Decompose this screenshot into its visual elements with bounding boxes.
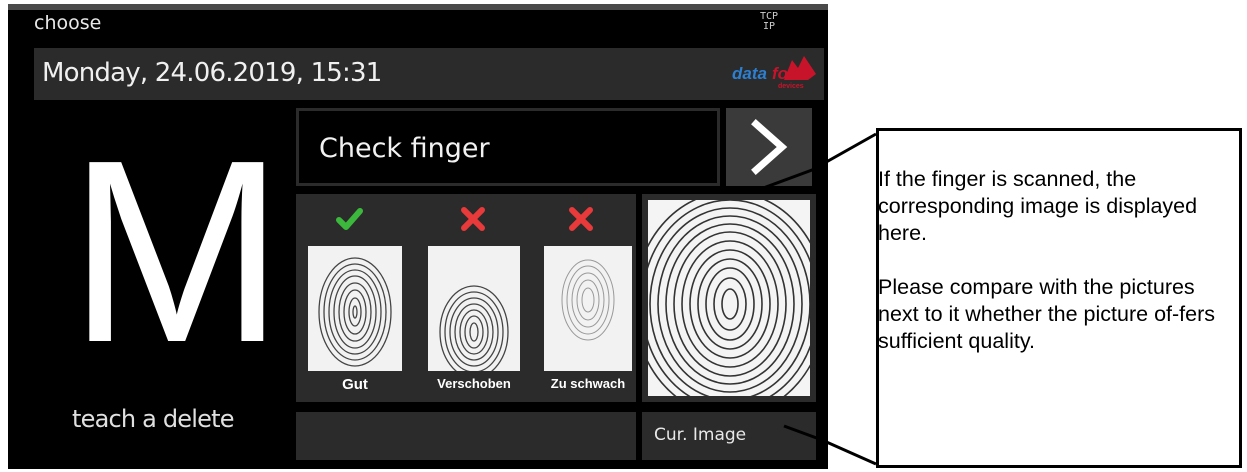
callout-text: If the finger is scanned, the correspond… [878, 166, 1238, 382]
connection-indicator: TCP IP [760, 12, 778, 32]
page-title: Check finger [319, 133, 490, 164]
logo-text-data: data [732, 64, 767, 83]
logo-text-devices: devices [778, 83, 804, 90]
user-initial: M [68, 107, 285, 397]
bottom-empty-field [296, 412, 636, 460]
connection-bottom-text: IP [763, 21, 776, 32]
current-image-panel [642, 194, 816, 402]
terminal-screen: choose TCP IP Monday, 24.06.2019, 15:31 … [8, 4, 828, 469]
example-label-weak: Zu schwach [550, 376, 626, 391]
example-label-shifted: Verschoben [437, 376, 511, 391]
fingerprint-current-image [648, 200, 810, 396]
example-panel: Gut Verschoben Zu schwach [296, 194, 636, 402]
fingerprint-shifted-image [428, 246, 520, 371]
callout-paragraph-2: Please compare with the pictures next to… [878, 275, 1215, 353]
datafox-logo: data fox devices [728, 54, 818, 94]
current-image-label-bar: Cur. Image [642, 412, 816, 460]
fingerprint-good-image [308, 246, 402, 371]
teach-caption: teach a delete [72, 405, 234, 433]
callout-paragraph-1: If the finger is scanned, the correspond… [878, 167, 1198, 245]
checkmark-icon [336, 208, 363, 230]
next-button[interactable] [726, 108, 812, 186]
logo-text-fox: fox [772, 64, 798, 83]
cross-icon [461, 207, 485, 231]
current-image-label: Cur. Image [654, 425, 747, 445]
example-label-good: Gut [342, 376, 368, 393]
chevron-right-icon [751, 119, 788, 175]
title-box: Check finger [296, 108, 720, 186]
fingerprint-weak-image [544, 246, 632, 371]
cross-icon [569, 207, 593, 231]
mode-label: choose [34, 12, 102, 34]
datetime-bar: Monday, 24.06.2019, 15:31 data fox devic… [34, 48, 824, 100]
top-edge [8, 4, 828, 10]
datetime-text: Monday, 24.06.2019, 15:31 [42, 58, 382, 88]
